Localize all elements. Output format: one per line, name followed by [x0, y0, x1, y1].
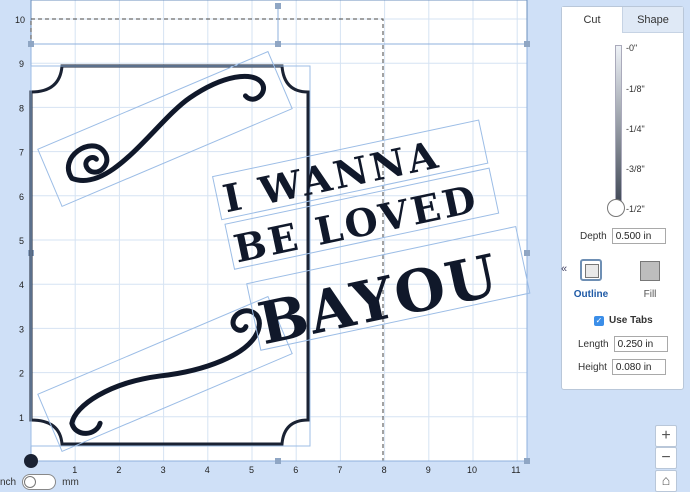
ruler-y-label: 8 [19, 103, 24, 113]
rotate-handle[interactable] [275, 3, 281, 9]
ruler-x-label: 3 [161, 465, 166, 475]
use-tabs-checkbox[interactable]: ✓ [594, 315, 604, 326]
depth-label: Depth [580, 230, 607, 242]
depth-input[interactable]: 0.500 in [611, 228, 666, 244]
outline-label: Outline [573, 289, 609, 300]
ruler-x-label: 10 [467, 465, 477, 475]
resize-handle-br[interactable] [524, 458, 530, 464]
zoom-out-button[interactable]: − [655, 447, 677, 469]
resize-handle-tr[interactable] [524, 41, 530, 47]
ruler-y-label: 7 [19, 148, 24, 158]
resize-handle-right[interactable] [524, 250, 530, 256]
ruler-y-label: 1 [19, 413, 24, 423]
ruler-y-label: 10 [15, 15, 25, 25]
ruler-x-label: 8 [382, 465, 387, 475]
ruler-x-label: 2 [116, 465, 121, 475]
height-input[interactable]: 0.080 in [611, 359, 666, 375]
collapse-chevron-icon[interactable]: « [561, 263, 567, 275]
depth-row: Depth 0.500 in [580, 228, 666, 244]
unit-inch-label: nch [0, 476, 17, 488]
depth-scale-3: -3/8" [626, 164, 645, 174]
cut-settings-panel: Cut Shape -0" -1/8" -1/4" -3/8" -1/2" De… [561, 6, 684, 390]
home-icon[interactable]: ⌂ [655, 470, 677, 492]
panel-tabs: Cut Shape [562, 7, 683, 33]
vertical-ruler: 10 9 8 7 6 5 4 3 2 1 [15, 15, 25, 423]
length-label: Length [578, 338, 609, 350]
height-row: Height 0.080 in [578, 359, 666, 375]
height-label: Height [578, 361, 607, 373]
outline-option[interactable] [580, 259, 602, 281]
unit-mm-label: mm [62, 476, 79, 488]
ruler-x-label: 5 [249, 465, 254, 475]
resize-handle-bottom[interactable] [275, 458, 281, 464]
resize-handle-tl[interactable] [28, 41, 34, 47]
ruler-y-label: 9 [19, 59, 24, 69]
depth-slider-knob[interactable] [607, 199, 625, 217]
ruler-y-label: 2 [19, 369, 24, 379]
ruler-y-label: 6 [19, 192, 24, 202]
depth-slider[interactable] [607, 45, 625, 217]
depth-scale-0: -0" [626, 43, 638, 53]
unit-toggle[interactable] [22, 474, 57, 490]
unit-toggle-row: nch mm [0, 474, 79, 490]
outline-icon [585, 264, 599, 278]
origin-marker[interactable] [24, 454, 38, 468]
depth-scale-4: -1/2" [626, 204, 645, 214]
fill-label: Fill [643, 289, 657, 300]
ruler-x-label: 9 [426, 465, 431, 475]
length-row: Length 0.250 in [578, 336, 668, 352]
ruler-x-label: 6 [293, 465, 298, 475]
horizontal-ruler: 1 2 3 4 5 6 7 8 9 10 11 [72, 465, 520, 475]
depth-scale-1: -1/8" [626, 84, 645, 94]
ruler-x-label: 7 [337, 465, 342, 475]
fill-option[interactable] [640, 261, 660, 281]
depth-scale-2: -1/4" [626, 124, 645, 134]
ruler-x-label: 4 [205, 465, 210, 475]
ruler-y-label: 3 [19, 324, 24, 334]
ruler-y-label: 5 [19, 236, 24, 246]
depth-slider-track [615, 45, 622, 211]
ruler-x-label: 11 [511, 465, 520, 475]
use-tabs-row[interactable]: ✓ Use Tabs [594, 315, 653, 326]
resize-handle-top[interactable] [275, 41, 281, 47]
use-tabs-label: Use Tabs [609, 315, 653, 326]
ruler-y-label: 4 [19, 280, 24, 290]
unit-toggle-knob [24, 476, 37, 488]
tab-shape[interactable]: Shape [622, 7, 683, 33]
zoom-in-button[interactable]: + [655, 425, 677, 447]
tab-cut[interactable]: Cut [562, 7, 622, 33]
length-input[interactable]: 0.250 in [613, 336, 668, 352]
